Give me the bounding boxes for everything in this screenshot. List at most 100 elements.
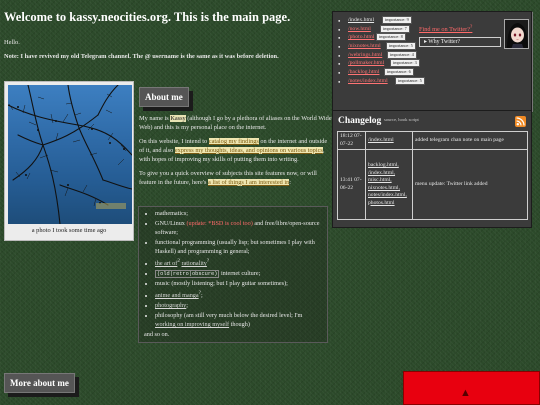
list-item: mathematics; bbox=[155, 210, 324, 219]
list-item: anime and manga?; bbox=[155, 290, 324, 301]
triangle-right-icon: ▸ bbox=[424, 39, 427, 45]
navigation-panel: ● /index.html importance: 9 ● /now.html impo… bbox=[332, 11, 532, 111]
interest-text: ; bbox=[186, 301, 189, 309]
page-title: Welcome to kassy.neocities.org. This is … bbox=[4, 10, 291, 24]
changelog-date: 13:41 07-06-22 bbox=[337, 149, 366, 221]
changelog-title: Changelog bbox=[338, 116, 382, 126]
interests-list: mathematics; GNU/Linux (update: *BSD is … bbox=[139, 210, 324, 330]
twitter-link-label: Find me on Twitter? bbox=[419, 26, 471, 34]
site-nav: ● /index.html importance: 9 ● /now.html impo… bbox=[338, 16, 425, 87]
red-banner[interactable]: ▲ bbox=[403, 371, 540, 405]
nav-link[interactable]: /now.html bbox=[348, 26, 371, 34]
improving-myself-link[interactable]: working on improving myself bbox=[155, 321, 229, 328]
nav-link[interactable]: /nixnotes.html bbox=[348, 43, 381, 51]
nav-item[interactable]: ● /notes/index.html importance: 5 bbox=[338, 76, 425, 87]
nav-link[interactable]: /photo.html bbox=[348, 34, 374, 42]
why-twitter-toggle[interactable]: ▸ Why Twitter? bbox=[419, 37, 501, 47]
nav-link[interactable]: /pollmaker.html bbox=[348, 60, 384, 68]
hello-text: Hello. bbox=[4, 39, 20, 46]
changelog-source-link[interactable]: source, hook script bbox=[384, 117, 419, 123]
table-row: 18:12 07-07-22 /index.html added telegra… bbox=[337, 130, 528, 151]
bullet-icon: ● bbox=[338, 70, 341, 76]
changelog-files: /index.html bbox=[365, 130, 413, 151]
alert-icon: ▲ bbox=[460, 387, 471, 399]
anime-avatar-image bbox=[505, 20, 528, 48]
interest-text: though) bbox=[229, 320, 250, 328]
nav-link[interactable]: /index.html bbox=[348, 17, 374, 25]
about-paragraph-3: To give you a quick overview of subjects… bbox=[139, 170, 332, 188]
footnote-marker: ? bbox=[470, 24, 473, 30]
about-text: : bbox=[289, 178, 292, 186]
photo-caption: a photo I took some time ago bbox=[31, 227, 107, 234]
why-twitter-label: Why Twitter? bbox=[428, 39, 461, 45]
nav-link[interactable]: /notes/index.html bbox=[348, 78, 388, 86]
interest-text: GNU/Linux bbox=[155, 219, 187, 227]
rss-glyph bbox=[516, 117, 525, 126]
file-link[interactable]: /index.html, bbox=[368, 170, 410, 178]
importance-badge: importance: 3 bbox=[390, 59, 420, 68]
photography-link[interactable]: photography bbox=[155, 302, 186, 309]
rss-icon[interactable] bbox=[515, 116, 526, 127]
file-link[interactable]: misc.html, bbox=[368, 177, 410, 185]
importance-badge: importance: 9 bbox=[382, 16, 412, 24]
changelog-date: 18:12 07-07-22 bbox=[337, 130, 366, 151]
importance-badge: importance: 4 bbox=[387, 50, 417, 59]
importance-badge: importance: 6 bbox=[384, 68, 414, 77]
importance-badge: importance: 5 bbox=[395, 76, 425, 85]
interests-list-link[interactable]: a list of things I am interested in bbox=[207, 178, 290, 186]
list-item: functional programming (usually lisp; bu… bbox=[155, 239, 324, 257]
file-link[interactable]: notes/index.html, bbox=[368, 192, 410, 200]
art-of-link[interactable]: the art of bbox=[155, 260, 177, 267]
interest-text: philosophy (am still very much below the… bbox=[155, 311, 303, 319]
telegram-note: Note: I have revived my old Telegram cha… bbox=[4, 53, 279, 60]
interest-text: internet culture; bbox=[219, 269, 261, 277]
list-item: music (mostly listening; but I play guit… bbox=[155, 280, 324, 289]
about-section: My name is Kassy (although I go by a ple… bbox=[139, 115, 332, 193]
importance-badge: importance: 5 bbox=[386, 42, 416, 51]
anime-manga-link[interactable]: anime and manga bbox=[155, 292, 199, 299]
photo-frame: a photo I took some time ago bbox=[4, 81, 134, 241]
list-item: philosophy (am still very much below the… bbox=[155, 312, 324, 330]
importance-badge: importance: 8 bbox=[376, 33, 406, 42]
bullet-icon: ● bbox=[338, 18, 341, 23]
more-about-me-heading: More about me bbox=[4, 373, 75, 394]
interest-text: ; bbox=[200, 292, 203, 299]
file-link[interactable]: backlog.html, bbox=[368, 162, 410, 170]
about-paragraph-1: My name is Kassy (although I go by a ple… bbox=[139, 115, 332, 133]
file-link[interactable]: /index.html bbox=[368, 137, 410, 145]
bullet-icon: ● bbox=[338, 52, 341, 58]
footnote-marker: 2 bbox=[177, 257, 180, 264]
rationality-link[interactable]: rationality bbox=[181, 260, 206, 267]
bullet-icon: ● bbox=[338, 61, 341, 67]
bullet-icon: ● bbox=[338, 78, 341, 84]
list-item: GNU/Linux (update: *BSD is cool too) and… bbox=[155, 220, 324, 238]
changelog-description: menu update: Twitter link added bbox=[412, 149, 528, 221]
changelog-panel: Changelog source, hook script 18:12 07-0… bbox=[332, 110, 532, 228]
tree-branches-image bbox=[8, 85, 132, 224]
nav-link[interactable]: /webrings.html bbox=[348, 52, 382, 60]
tree-photo[interactable] bbox=[8, 85, 132, 224]
file-link[interactable]: photos.html bbox=[368, 200, 410, 208]
bullet-icon: ● bbox=[338, 44, 341, 50]
express-thoughts-link[interactable]: express my thoughts, ideas, and opinions… bbox=[174, 146, 323, 154]
changelog-files: backlog.html, /index.html, misc.html, ni… bbox=[365, 149, 413, 221]
table-row: 13:41 07-06-22 backlog.html, /index.html… bbox=[337, 149, 528, 221]
about-text: My name is bbox=[139, 115, 171, 122]
importance-badge: importance: 7 bbox=[380, 24, 410, 33]
nav-link[interactable]: /backlog.html bbox=[348, 69, 379, 77]
changelog-table: 18:12 07-07-22 /index.html added telegra… bbox=[337, 130, 528, 221]
twitter-link[interactable]: Find me on Twitter?? bbox=[419, 24, 472, 35]
list-item: photography; bbox=[155, 302, 324, 311]
avatar bbox=[504, 19, 529, 49]
changelog-description: added telegram chan note on main page bbox=[412, 130, 528, 151]
footnote-marker: ? bbox=[206, 257, 210, 264]
catalog-findings-link[interactable]: catalog my findings bbox=[208, 137, 259, 145]
file-link[interactable]: nixnotes.html, bbox=[368, 185, 410, 193]
retro-culture-tag: (old|retro|obscure) bbox=[155, 269, 220, 278]
bsd-update-note: (update: *BSD is cool too) bbox=[186, 219, 253, 227]
list-item: the art of2 rationality? bbox=[155, 258, 324, 269]
about-me-heading: About me bbox=[139, 87, 189, 108]
name-highlight: Kassy bbox=[170, 115, 186, 122]
bullet-icon: ● bbox=[338, 35, 341, 41]
about-paragraph-2: On this website, I intend to catalog my … bbox=[139, 137, 332, 165]
